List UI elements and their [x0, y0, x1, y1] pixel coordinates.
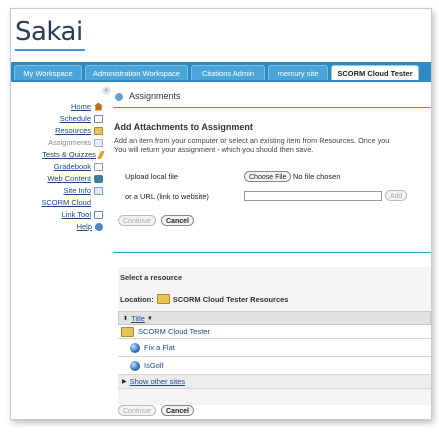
home-icon [94, 102, 103, 111]
page-heading: Add Attachments to Assignment [114, 122, 253, 132]
sidebar-item-label: Site Info [63, 186, 91, 195]
row-cell: ▶ Show other sites [122, 375, 185, 389]
footer-continue-button[interactable]: Continue [118, 405, 157, 416]
sidebar-item-resources[interactable]: Resources [55, 125, 103, 136]
sidebar-item-label: SCORM Cloud [41, 198, 91, 207]
tab-my-workspace[interactable]: My Workspace [14, 65, 82, 80]
sidebar-item-label: Link Tool [61, 210, 91, 219]
expand-icon[interactable]: ▶ [122, 375, 127, 389]
tool-title: Assignments [129, 91, 181, 101]
row-cell: IsGolf [130, 357, 164, 375]
sidebar-item-link-tool[interactable]: Link Tool [62, 209, 103, 220]
row-label[interactable]: Fix a Flat [144, 341, 175, 355]
add-button[interactable]: Add [385, 190, 408, 201]
gradebook-icon [94, 162, 103, 171]
section-divider [113, 252, 431, 253]
table-header: ⬍ Title ▼ [118, 311, 431, 325]
sort-down-icon: ▼ [146, 316, 153, 322]
folder-icon [156, 294, 170, 304]
row-label[interactable]: IsGolf [144, 359, 164, 373]
sidebar-item-assignments[interactable]: Assignments [48, 137, 103, 148]
sidebar-item-label: Web Content [47, 174, 91, 183]
logo-underline [15, 49, 85, 51]
assignments-tool-icon[interactable] [115, 93, 123, 101]
sakai-logo[interactable]: Sakai [15, 17, 83, 47]
calendar-icon [94, 114, 103, 123]
web-icon [94, 174, 103, 183]
site-info-icon [94, 186, 103, 195]
sidebar-item-help[interactable]: Help [77, 221, 103, 232]
sidebar-item-label: Tests & Quizzes [42, 150, 96, 159]
folder-open-icon [121, 327, 134, 337]
help-icon [95, 222, 103, 231]
title-rule [113, 107, 431, 108]
sidebar-item-scorm-cloud[interactable]: SCORM Cloud [41, 197, 103, 208]
title-column-header[interactable]: ⬍ Title ▼ [123, 312, 153, 326]
location-value: SCORM Cloud Tester Resources [172, 294, 289, 304]
sidebar-item-label: Help [76, 222, 92, 231]
show-other-sites-link[interactable]: Show other sites [130, 375, 185, 389]
instructions-line-2: You will return your assignment - which … [114, 145, 314, 154]
cancel-button[interactable]: Cancel [161, 215, 194, 226]
site-tabs: My Workspace Administration Workspace Ci… [11, 62, 431, 80]
sidebar-item-schedule[interactable]: Schedule [60, 113, 103, 124]
resource-picker: Select a resource Location: SCORM Cloud … [118, 267, 431, 405]
tab-administration-workspace[interactable]: Administration Workspace [85, 65, 188, 80]
sidebar-item-label: Assignments [48, 138, 91, 147]
pencil-icon [97, 150, 105, 159]
sidebar-item-site-info[interactable]: Site Info [63, 185, 103, 196]
scorm-package-icon [130, 343, 140, 353]
table-row[interactable]: SCORM Cloud Tester [118, 325, 431, 339]
no-file-text: No file chosen [293, 172, 341, 181]
tab-citations-admin[interactable]: Citations Admin [191, 65, 265, 80]
tab-mercury-site[interactable]: mercury site [268, 65, 328, 80]
scorm-package-icon [130, 361, 140, 371]
sort-icon: ⬍ [123, 316, 129, 322]
link-icon [94, 210, 103, 219]
tool-title-bar: Assignments [113, 90, 431, 104]
location-label: Location: [120, 294, 154, 304]
row-cell: Fix a Flat [130, 339, 175, 357]
sidebar-item-home[interactable]: Home [71, 101, 103, 112]
row-label[interactable]: SCORM Cloud Tester [138, 325, 210, 339]
sidebar-item-label: Gradebook [53, 162, 91, 171]
title-sort-link[interactable]: Title [131, 312, 145, 326]
sidebar-item-label: Resources [55, 126, 91, 135]
assignment-icon [94, 138, 103, 147]
collapse-icon[interactable]: « [102, 86, 111, 95]
choose-file-button[interactable]: Choose File [244, 171, 292, 182]
continue-button[interactable]: Continue [118, 215, 157, 226]
show-other-sites-row[interactable]: ▶ Show other sites [118, 375, 431, 389]
row-cell: SCORM Cloud Tester [121, 325, 210, 339]
sidebar-item-label: Schedule [59, 114, 91, 123]
table-row[interactable]: IsGolf [118, 357, 431, 375]
footer-cancel-button[interactable]: Cancel [161, 405, 194, 416]
sidebar-item-label: Home [70, 102, 91, 111]
table-row[interactable]: Fix a Flat [118, 339, 431, 357]
folder-icon [94, 126, 103, 135]
sidebar-item-gradebook[interactable]: Gradebook [54, 161, 103, 172]
blank-icon [94, 199, 103, 207]
sidebar-item-web-content[interactable]: Web Content [47, 173, 103, 184]
url-label: or a URL (link to website) [125, 192, 209, 201]
location-line: Location: SCORM Cloud Tester Resources [120, 294, 288, 304]
browser-frame: Sakai My Workspace Administration Worksp… [10, 8, 432, 420]
upload-label: Upload local file [125, 172, 178, 181]
sidebar-item-tests-quizzes[interactable]: Tests & Quizzes [42, 149, 105, 160]
select-resource-heading: Select a resource [120, 273, 183, 282]
tabs-rule [11, 80, 431, 82]
url-input[interactable] [244, 191, 382, 201]
tab-scorm-cloud-tester[interactable]: SCORM Cloud Tester [331, 65, 419, 80]
